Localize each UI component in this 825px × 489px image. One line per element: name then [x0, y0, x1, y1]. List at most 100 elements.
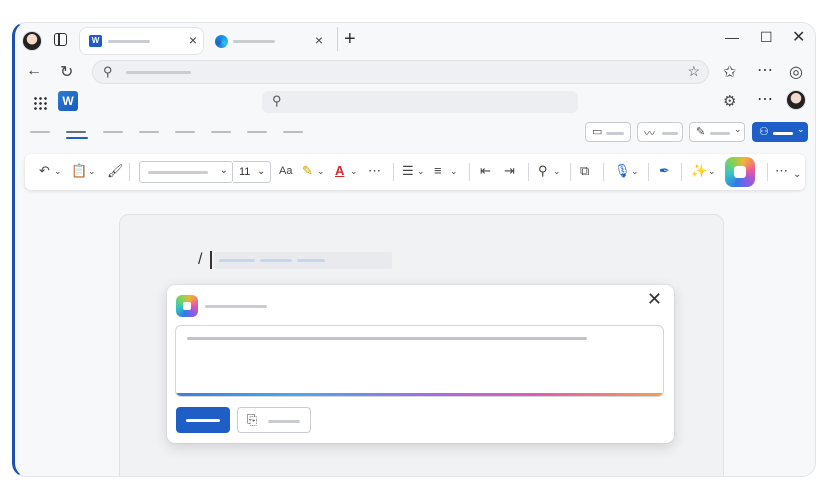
favorite-star-icon[interactable]: ☆	[687, 63, 700, 80]
activity-button[interactable]: 〰	[637, 122, 683, 142]
avatar-icon[interactable]	[786, 90, 806, 110]
tab-word-document[interactable]: W ×	[80, 28, 203, 54]
align-icon[interactable]: ≡	[434, 163, 442, 178]
copilot-sidebar-icon[interactable]: ◎	[789, 62, 803, 82]
close-window-icon[interactable]: ✕	[792, 27, 805, 47]
find-icon[interactable]: ⚲	[538, 163, 548, 179]
toolbar-divider	[528, 163, 529, 181]
app-search-box[interactable]: ⚲	[262, 91, 578, 113]
tab-second[interactable]: ×	[209, 28, 329, 54]
minimize-icon[interactable]: —	[725, 29, 739, 45]
label-placeholder	[662, 132, 678, 135]
ribbon-tab-active[interactable]	[66, 131, 88, 139]
suggestion-placeholder	[219, 259, 255, 262]
chevron-down-icon[interactable]: ⌄	[450, 166, 458, 177]
tab-manager-icon[interactable]	[54, 33, 67, 46]
label-placeholder	[606, 132, 624, 135]
comments-icon: ▭	[592, 126, 603, 138]
browser-window: W × × + — ☐ ✕ ← ↻ ⚲ ☆ ✩ ⋯ ◎ W ⚲ ⚙ ⋯ ▭ 〰 …	[12, 22, 816, 477]
toolbar-divider	[129, 163, 130, 181]
settings-gear-icon[interactable]: ⚙	[723, 92, 736, 110]
ribbon-tab[interactable]	[139, 131, 159, 133]
chevron-down-icon[interactable]: ⌄	[553, 166, 561, 177]
formatting-toolbar: ↶ ⌄ 📋 ⌄ 🖌 ⌄ 11 ⌄ Aa ✎ ⌄ A ⌄ ⋯ ☰ ⌄ ≡ ⌄ ⇤ …	[25, 154, 805, 190]
tab-title-placeholder	[108, 40, 150, 43]
address-bar[interactable]: ⚲ ☆	[92, 60, 709, 84]
search-icon: ⚲	[103, 64, 113, 79]
generate-button[interactable]	[176, 407, 230, 433]
more-icon[interactable]: ⋯	[757, 60, 773, 80]
label-placeholder	[710, 132, 730, 135]
font-family-select[interactable]: ⌄	[139, 161, 233, 183]
profile-avatar-icon[interactable]	[22, 31, 42, 51]
focus-gradient-bar	[176, 393, 663, 396]
chevron-down-icon[interactable]: ⌄	[88, 166, 96, 177]
activity-icon: 〰	[644, 128, 655, 140]
word-logo-icon[interactable]: W	[58, 91, 78, 111]
designer-icon[interactable]: ✨	[691, 163, 707, 179]
slash-command: /	[198, 251, 203, 268]
ghost-suggestion	[214, 252, 392, 269]
maximize-icon[interactable]: ☐	[760, 29, 773, 46]
format-painter-icon[interactable]: 🖌	[107, 163, 124, 179]
comments-button[interactable]: ▭	[585, 122, 631, 142]
more-icon[interactable]: ⋯	[368, 163, 381, 179]
chevron-down-icon: ⌄	[734, 124, 742, 134]
dialog-title-placeholder	[205, 305, 267, 308]
chevron-down-icon[interactable]: ⌄	[417, 166, 425, 177]
chevron-down-icon[interactable]: ⌄	[631, 166, 639, 177]
close-icon[interactable]: ✕	[647, 289, 662, 310]
toolbar-divider	[681, 163, 682, 181]
share-button[interactable]: ⚇ ⌄	[752, 122, 808, 142]
highlighter-icon[interactable]: ✎	[302, 163, 313, 179]
ribbon-tab[interactable]	[175, 131, 195, 133]
font-color-icon[interactable]: A	[335, 163, 344, 178]
ribbon-tab[interactable]	[283, 131, 303, 133]
editing-mode-button[interactable]: ✎ ⌄	[689, 122, 745, 142]
font-size-select[interactable]: 11 ⌄	[233, 161, 271, 183]
chevron-down-icon[interactable]: ⌄	[793, 169, 801, 180]
editor-icon[interactable]: ✒	[659, 163, 670, 179]
back-arrow-icon[interactable]: ←	[26, 62, 42, 80]
undo-icon[interactable]: ↶	[39, 163, 50, 179]
app-header: W ⚲ ⚙ ⋯	[15, 89, 815, 119]
refresh-icon[interactable]: ↻	[60, 62, 73, 82]
favorites-icon[interactable]: ✩	[723, 62, 736, 82]
prompt-input[interactable]	[175, 325, 664, 397]
suggestion-placeholder	[297, 259, 325, 262]
edge-tab-icon	[215, 35, 228, 48]
editing-pen-icon: ✎	[696, 126, 706, 138]
decrease-indent-icon[interactable]: ⇤	[480, 163, 491, 179]
tab-strip: W × × + — ☐ ✕	[15, 23, 815, 57]
chevron-down-icon: ⌄	[219, 165, 228, 176]
chevron-down-icon[interactable]: ⌄	[317, 166, 325, 177]
change-case-icon[interactable]: Aa	[279, 165, 292, 177]
suggestion-placeholder	[260, 259, 292, 262]
more-icon[interactable]: ⋯	[757, 89, 774, 109]
copilot-icon[interactable]	[725, 157, 755, 187]
ribbon-tab[interactable]	[247, 131, 267, 133]
close-icon[interactable]: ×	[315, 32, 323, 48]
reuse-file-icon[interactable]: ⧉	[580, 163, 589, 179]
text-cursor	[210, 251, 212, 269]
ribbon-tab[interactable]	[30, 131, 50, 133]
paste-icon[interactable]: 📋	[71, 163, 87, 179]
reference-file-button[interactable]: ⎘	[237, 407, 311, 433]
ribbon-tab[interactable]	[211, 131, 231, 133]
word-tab-icon: W	[89, 35, 102, 47]
new-tab-icon[interactable]: +	[337, 27, 356, 51]
toolbar-divider	[570, 163, 571, 181]
chevron-down-icon[interactable]: ⌄	[54, 166, 62, 177]
increase-indent-icon[interactable]: ⇥	[504, 163, 515, 179]
bullets-icon[interactable]: ☰	[402, 163, 414, 179]
chevron-down-icon[interactable]: ⌄	[708, 166, 716, 177]
overflow-icon[interactable]: ⋯	[775, 163, 788, 179]
chevron-down-icon: ⌄	[257, 166, 266, 177]
copilot-draft-dialog: ✕ ⎘	[167, 285, 674, 443]
app-launcher-icon[interactable]	[33, 96, 47, 110]
close-icon[interactable]: ×	[189, 32, 197, 48]
button-label-placeholder	[268, 420, 300, 423]
ribbon-tab[interactable]	[103, 131, 123, 133]
chevron-down-icon[interactable]: ⌄	[350, 166, 358, 177]
dictate-mic-icon[interactable]: 🎙	[614, 163, 631, 179]
